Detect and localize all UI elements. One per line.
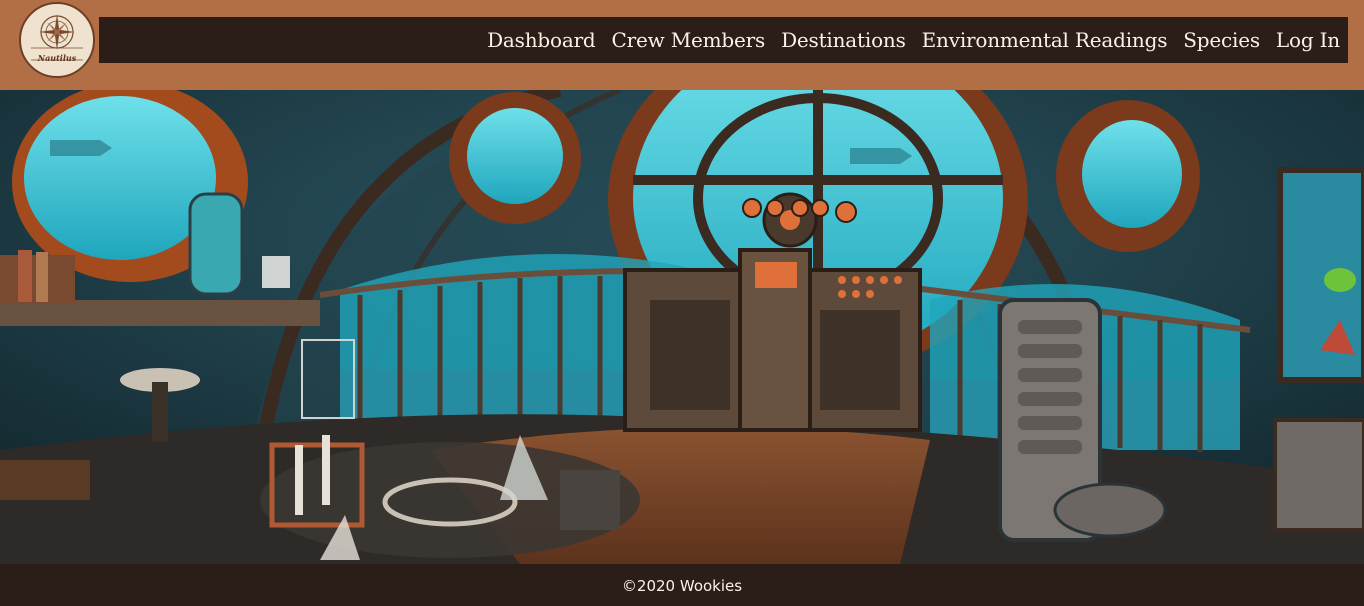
main-nav: Dashboard Crew Members Destinations Envi… <box>99 17 1348 63</box>
nav-log-in[interactable]: Log In <box>1276 28 1340 52</box>
site-header: Nautilus Dashboard Crew Members Destinat… <box>0 0 1364 90</box>
nautilus-logo[interactable]: Nautilus <box>19 2 95 78</box>
nav-destinations[interactable]: Destinations <box>781 28 906 52</box>
logo-text: Nautilus <box>37 53 77 63</box>
nav-dashboard[interactable]: Dashboard <box>487 28 596 52</box>
copyright-text: ©2020 Wookies <box>621 577 743 595</box>
submarine-interior-illustration <box>0 90 1364 564</box>
nav-species[interactable]: Species <box>1183 28 1260 52</box>
hero-image <box>0 90 1364 564</box>
nav-crew-members[interactable]: Crew Members <box>612 28 766 52</box>
compass-icon <box>31 14 83 61</box>
site-footer: ©2020 Wookies <box>0 564 1364 606</box>
nav-environmental-readings[interactable]: Environmental Readings <box>922 28 1168 52</box>
